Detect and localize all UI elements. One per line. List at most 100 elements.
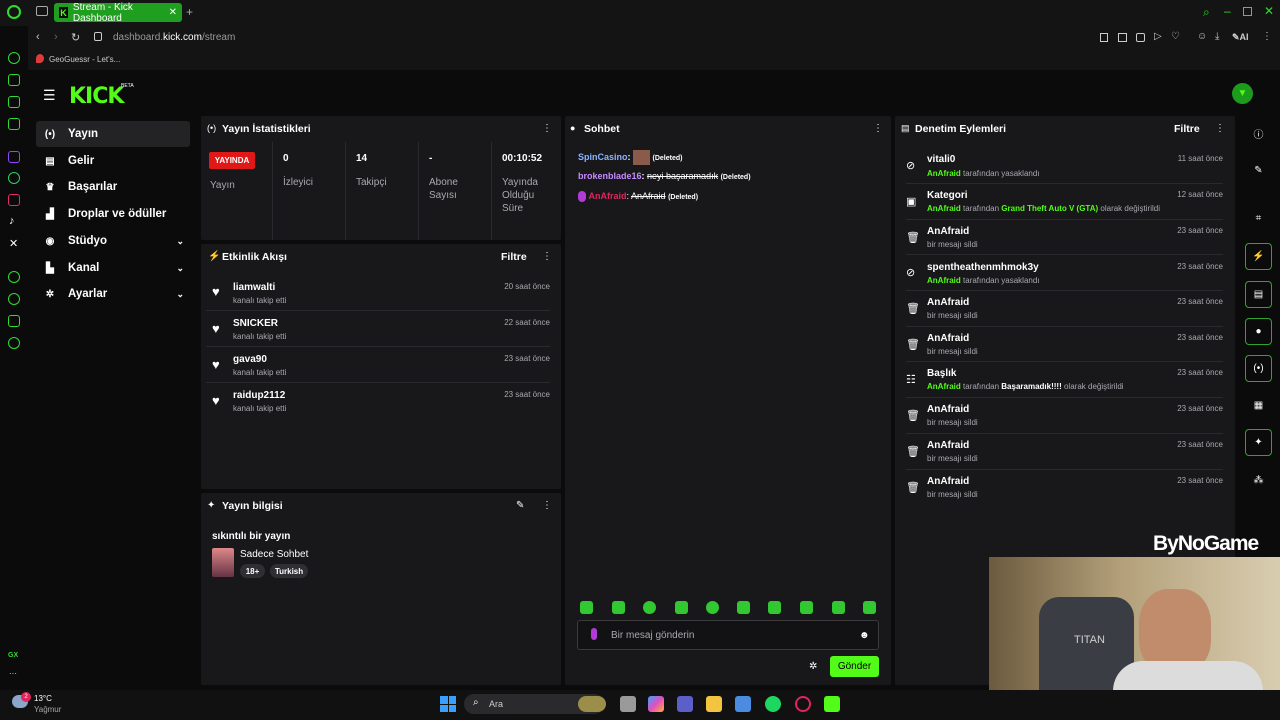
teams-icon[interactable] — [677, 696, 693, 712]
sidebar-wallet-icon[interactable] — [8, 96, 20, 108]
store-icon[interactable] — [735, 696, 751, 712]
nav-item-droplar[interactable]: ▟ Droplar ve ödüller — [36, 201, 190, 227]
nav-item-basarilar[interactable]: ♛ Başarılar — [36, 174, 190, 200]
emote-3-icon[interactable] — [643, 601, 656, 614]
mod-actor[interactable]: AnAfraid — [927, 169, 961, 178]
emote-7-icon[interactable] — [768, 601, 781, 614]
ai-button[interactable]: ✎AI — [1232, 32, 1249, 43]
maximize-icon[interactable] — [1243, 7, 1252, 16]
chat-username[interactable]: AnAfraid — [589, 191, 627, 201]
edit-icon[interactable]: ✎ — [1245, 157, 1272, 184]
scan-icon[interactable]: ⌗ — [1245, 205, 1272, 232]
mod-actor[interactable]: AnAfraid — [927, 382, 961, 391]
broadcast-tool-icon[interactable]: (•) — [1245, 355, 1272, 382]
nav-item-ayarlar[interactable]: ✲ Ayarlar ⌄ — [36, 281, 190, 307]
mod-name[interactable]: vitali0 — [927, 154, 955, 165]
search-tabs-icon[interactable]: ⌕ — [1203, 5, 1210, 20]
browser-tab-kick-dashboard[interactable]: K Stream - Kick Dashboard ✕ — [54, 2, 182, 24]
emote-4-icon[interactable] — [675, 601, 688, 614]
emote-1-icon[interactable] — [580, 601, 593, 614]
mod-name[interactable]: AnAfraid — [927, 440, 969, 451]
chat-icon[interactable]: ● — [1245, 318, 1272, 345]
file-explorer-icon[interactable] — [706, 696, 722, 712]
emote-5-icon[interactable] — [706, 601, 719, 614]
mod-name[interactable]: AnAfraid — [927, 297, 969, 308]
forward-icon[interactable]: › — [54, 31, 58, 43]
user-avatar[interactable]: ▼ — [1232, 83, 1253, 104]
chat-username[interactable]: SpinCasino — [578, 152, 628, 162]
mod-actor[interactable]: AnAfraid — [927, 276, 961, 285]
wrench-tool-icon[interactable]: ✦ — [1245, 429, 1272, 456]
mod-name[interactable]: AnAfraid — [927, 476, 969, 487]
play-icon[interactable]: ▷ — [1154, 31, 1162, 42]
sidebar-player-icon[interactable] — [8, 271, 20, 283]
heart-icon[interactable]: ♡ — [1171, 31, 1180, 42]
kick-app-icon[interactable] — [824, 696, 840, 712]
sidebar-speed-icon[interactable] — [8, 52, 20, 64]
account-icon[interactable]: ☺ — [1197, 31, 1207, 42]
activity-name[interactable]: raidup2112 — [233, 390, 285, 401]
activity-name[interactable]: liamwalti — [233, 282, 275, 293]
sidebar-more-icon[interactable]: ⋯ — [9, 669, 17, 678]
sidebar-instagram-icon[interactable] — [8, 194, 20, 206]
sidebar-tiktok-icon[interactable]: ♪ — [9, 215, 15, 227]
sidebar-m-icon[interactable] — [8, 118, 20, 130]
minimize-icon[interactable]: – — [1224, 4, 1231, 18]
emote-9-icon[interactable] — [832, 601, 845, 614]
emote-10-icon[interactable] — [863, 601, 876, 614]
download-icon[interactable]: ⤓ — [1215, 31, 1219, 42]
chat-username[interactable]: brokenblade16 — [578, 171, 642, 181]
emoji-picker-icon[interactable]: ☻ — [859, 630, 870, 641]
category-name[interactable]: Sadece Sohbet — [240, 549, 308, 560]
adblock-icon[interactable] — [1136, 33, 1145, 42]
sidebar-extension-icon[interactable] — [8, 74, 20, 86]
sidebar-twitch-icon[interactable] — [8, 151, 20, 163]
mod-name[interactable]: spentheathenmhmok3y — [927, 262, 1039, 273]
moderation-filter-button[interactable]: Filtre — [1174, 123, 1200, 135]
bubbles-icon[interactable]: ⁂ — [1245, 467, 1272, 494]
reload-icon[interactable]: ↻ — [71, 31, 80, 44]
nav-item-kanal[interactable]: ▙ Kanal ⌄ — [36, 255, 190, 281]
activity-filter-button[interactable]: Filtre — [501, 251, 527, 263]
snapshot-icon[interactable] — [1118, 33, 1127, 42]
url-field[interactable]: dashboard.kick.com/stream — [113, 32, 235, 43]
opera-gx-logo-icon[interactable] — [7, 5, 21, 19]
sidebar-history-icon[interactable] — [8, 293, 20, 305]
sidebar-whatsapp-icon[interactable] — [8, 172, 20, 184]
task-view-icon[interactable] — [620, 696, 636, 712]
chat-menu-icon[interactable]: ⋮ — [873, 123, 883, 134]
mod-name[interactable]: AnAfraid — [927, 226, 969, 237]
nav-item-studyo[interactable]: ◉ Stüdyo ⌄ — [36, 228, 190, 254]
new-tab-icon[interactable]: + — [186, 5, 193, 19]
category-thumbnail[interactable] — [212, 548, 234, 577]
kick-logo[interactable]: KICK — [69, 84, 124, 109]
info-menu-icon[interactable]: ⋮ — [542, 500, 552, 511]
sidebar-puzzle-icon[interactable] — [8, 315, 20, 327]
emote-6-icon[interactable] — [737, 601, 750, 614]
mod-name[interactable]: Başlık — [927, 368, 956, 379]
notes-icon[interactable]: ▤ — [1245, 281, 1272, 308]
tab-close-icon[interactable]: ✕ — [169, 7, 177, 18]
mod-actor[interactable]: AnAfraid — [927, 204, 961, 213]
mod-name[interactable]: Kategori — [927, 190, 968, 201]
quick-action-bolt-icon[interactable]: ⚡ — [1245, 243, 1272, 270]
bookmark-geoguessr[interactable]: GeoGuessr - Let's... — [49, 55, 120, 64]
windows-start-icon[interactable] — [440, 696, 456, 712]
pin-icon[interactable] — [1100, 33, 1108, 42]
layout-icon[interactable]: ▦ — [1245, 392, 1272, 419]
sidebar-settings-icon[interactable] — [8, 337, 20, 349]
send-button[interactable]: Gönder — [830, 656, 879, 677]
activity-name[interactable]: SNICKER — [233, 318, 278, 329]
mod-name[interactable]: AnAfraid — [927, 333, 969, 344]
tab-islands-icon[interactable] — [36, 6, 48, 16]
chat-settings-icon[interactable]: ✲ — [809, 661, 817, 672]
hamburger-menu-icon[interactable]: ☰ — [43, 87, 56, 104]
emote-8-icon[interactable] — [800, 601, 813, 614]
info-icon[interactable]: ⓘ — [1245, 120, 1272, 147]
sidebar-x-icon[interactable]: ✕ — [9, 237, 18, 250]
copilot-icon[interactable] — [648, 696, 664, 712]
mod-name[interactable]: AnAfraid — [927, 404, 969, 415]
menu-icon[interactable]: ⋮ — [1262, 31, 1272, 42]
spotify-icon[interactable] — [765, 696, 781, 712]
activity-name[interactable]: gava90 — [233, 354, 267, 365]
